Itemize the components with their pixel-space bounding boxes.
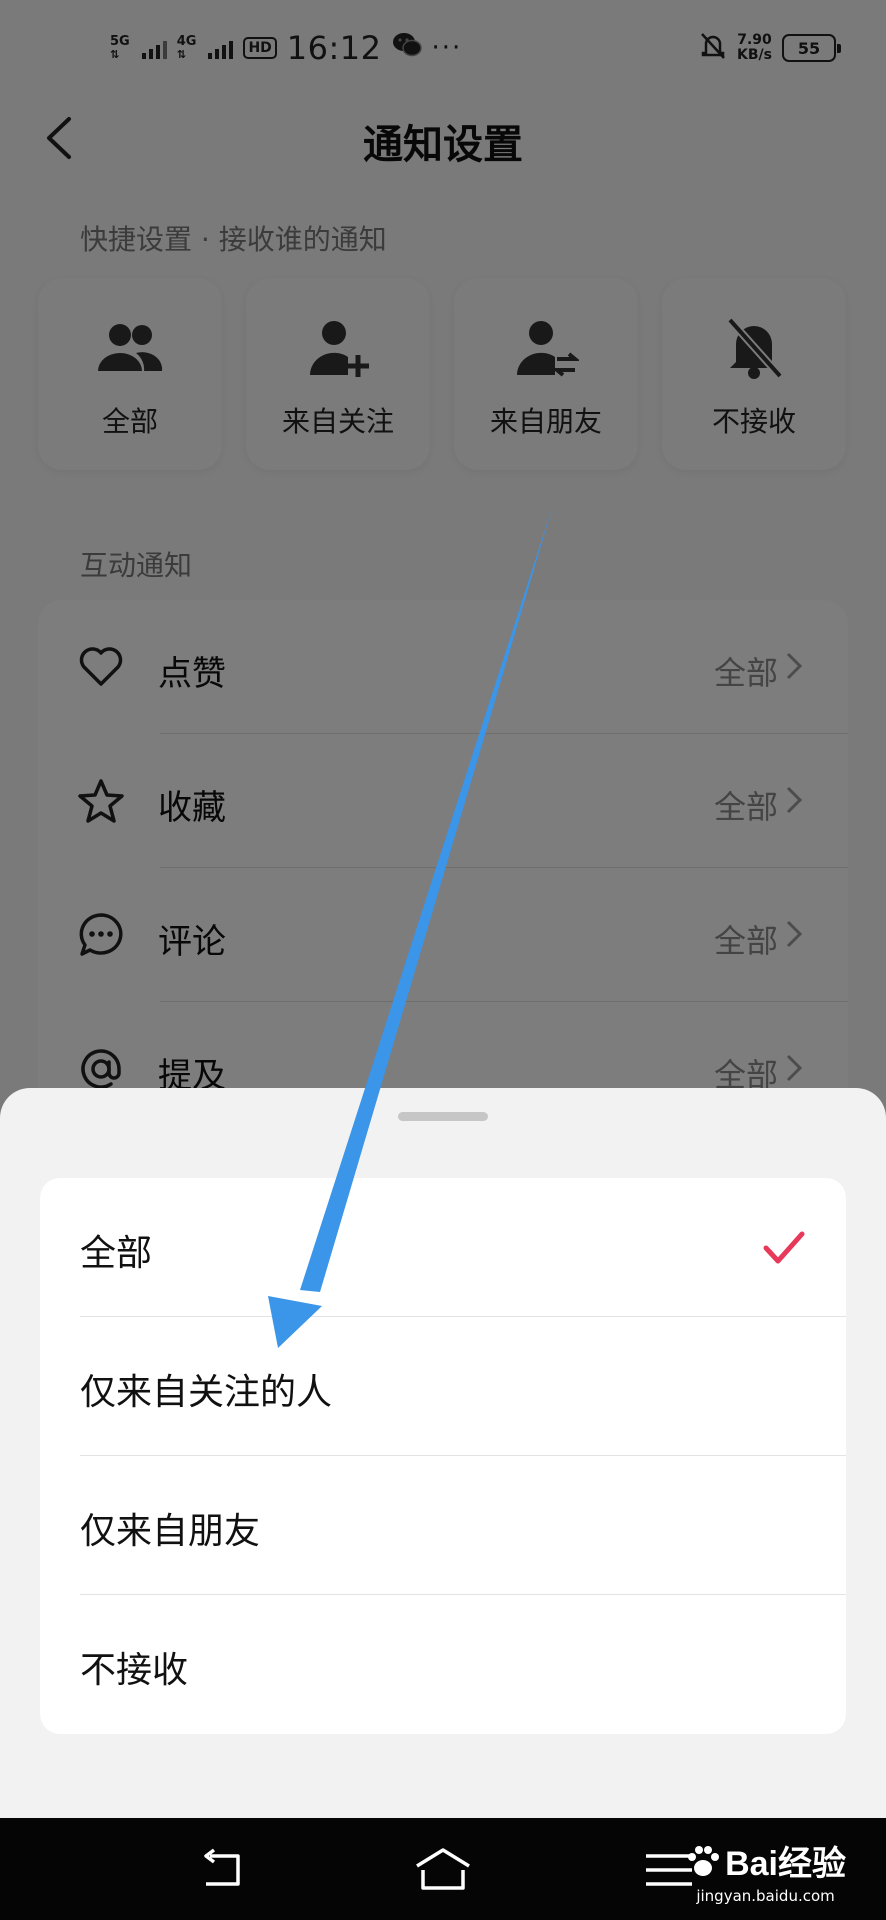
paw-icon <box>688 1845 720 1876</box>
option-label: 仅来自朋友 <box>80 1511 261 1552</box>
option-label: 仅来自关注的人 <box>80 1372 333 1413</box>
option-label: 全部 <box>80 1233 153 1274</box>
option-friends-only[interactable]: 仅来自朋友 <box>40 1456 846 1595</box>
baidu-watermark: Bai经验 jingyan.baidu.com <box>685 1836 846 1905</box>
bottom-sheet: 全部 仅来自关注的人 仅来自朋友 不接收 <box>0 1088 886 1818</box>
option-following-only[interactable]: 仅来自关注的人 <box>40 1317 846 1456</box>
nav-back-button[interactable] <box>192 1846 252 1894</box>
nav-home-button[interactable] <box>413 1846 473 1894</box>
home-icon <box>416 1848 470 1890</box>
watermark-brand: Bai经验 <box>685 1836 846 1885</box>
option-none[interactable]: 不接收 <box>40 1595 846 1734</box>
return-icon <box>204 1848 240 1886</box>
checkmark-icon <box>763 1231 805 1264</box>
option-label: 不接收 <box>80 1650 189 1691</box>
option-list: 全部 仅来自关注的人 仅来自朋友 不接收 <box>40 1178 846 1734</box>
watermark-url: jingyan.baidu.com <box>696 1887 835 1905</box>
notification-settings-screen: 5G⇅ 4G⇅ HD 16:12 ··· 7.90KB/s 55 通知设置 快捷… <box>0 0 886 1920</box>
sheet-drag-handle[interactable] <box>398 1112 488 1121</box>
option-all[interactable]: 全部 <box>40 1178 846 1317</box>
